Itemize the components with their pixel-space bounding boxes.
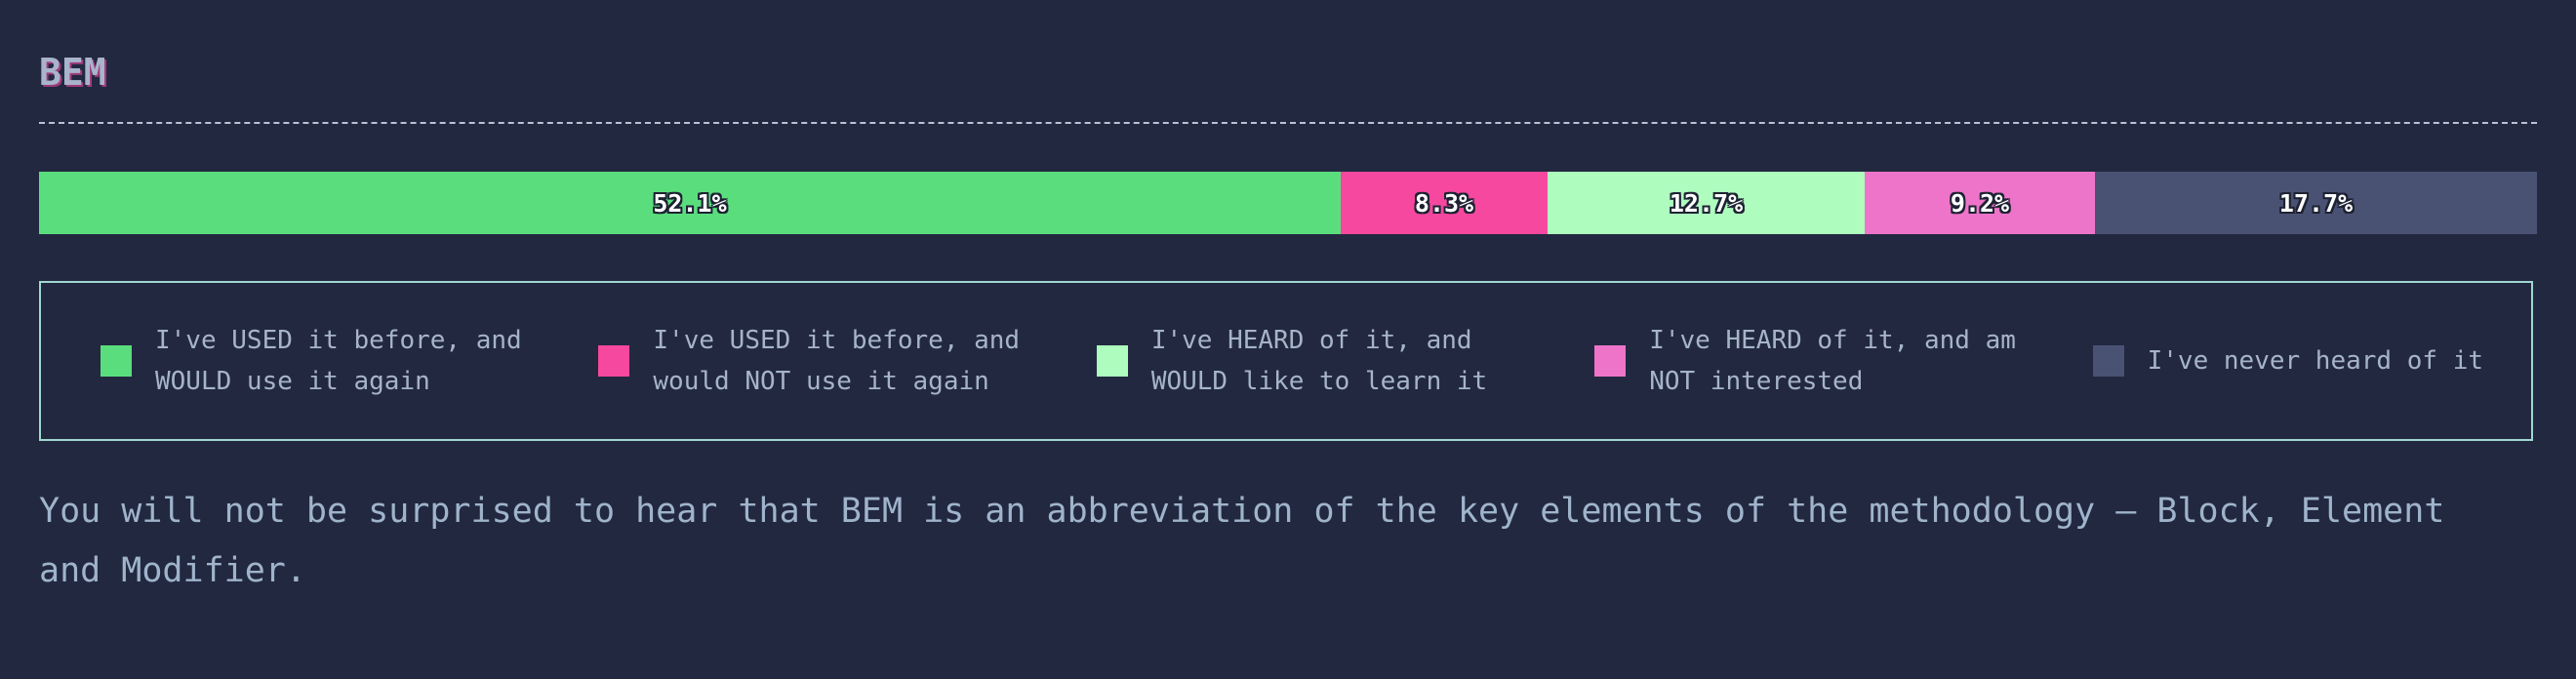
dashed-divider: [39, 122, 2537, 124]
legend: I've USED it before, and WOULD use it ag…: [39, 281, 2533, 441]
legend-swatch: [1096, 345, 1128, 377]
chart-title: BEM: [39, 51, 106, 94]
legend-label: I've HEARD of it, and am NOT interested: [1649, 326, 2016, 396]
legend-item: I've HEARD of it, and WOULD like to lear…: [1037, 320, 1535, 402]
segment-label: 12.7%: [1669, 188, 1744, 218]
segment-label: 8.3%: [1414, 188, 1474, 218]
legend-label: I've never heard of it: [2147, 346, 2483, 376]
legend-label: I've USED it before, and WOULD use it ag…: [155, 326, 522, 396]
bar-segment: 52.1%: [39, 172, 1341, 234]
description-text: You will not be surprised to hear that B…: [39, 492, 2445, 590]
legend-item: I've USED it before, and WOULD use it ag…: [41, 320, 539, 402]
segment-label: 17.7%: [2278, 188, 2354, 218]
legend-item: I've HEARD of it, and am NOT interested: [1535, 320, 2033, 402]
bar-segment: 9.2%: [1865, 172, 2095, 234]
bar-segment: 12.7%: [1548, 172, 1865, 234]
bar-segment: 8.3%: [1341, 172, 1548, 234]
legend-label: I've USED it before, and would NOT use i…: [653, 326, 1021, 396]
legend-swatch: [598, 345, 630, 377]
segment-label: 9.2%: [1950, 188, 2010, 218]
legend-swatch: [1594, 345, 1627, 377]
stacked-bar: 52.1% 8.3% 12.7% 9.2% 17.7%: [39, 172, 2537, 234]
segment-label: 52.1%: [653, 188, 727, 218]
legend-item: I've USED it before, and would NOT use i…: [539, 320, 1036, 402]
bar-segment: 17.7%: [2095, 172, 2537, 234]
legend-label: I've HEARD of it, and WOULD like to lear…: [1150, 326, 1488, 396]
legend-swatch: [101, 345, 132, 377]
legend-swatch: [2092, 345, 2124, 377]
legend-item: I've never heard of it: [2033, 340, 2531, 381]
